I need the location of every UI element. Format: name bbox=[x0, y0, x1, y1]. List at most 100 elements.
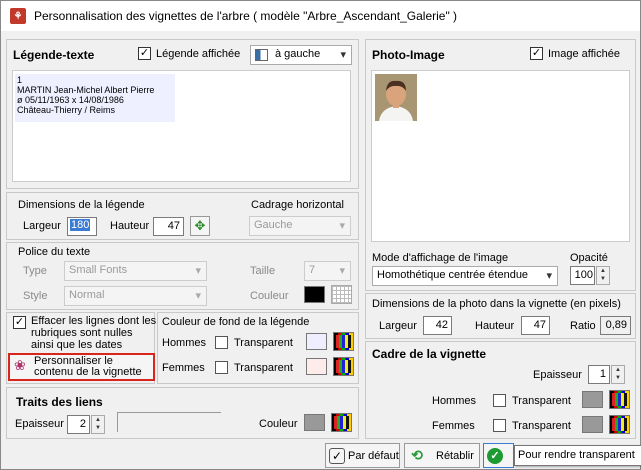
font-size-label: Taille bbox=[250, 265, 276, 277]
frame-thickness-label: Epaisseur bbox=[533, 369, 582, 381]
photo-dimensions-section: Dimensions de la photo dans la vignette … bbox=[365, 293, 636, 339]
preview-line: Château-Thierry / Reims bbox=[17, 105, 116, 115]
men-bg-transparent-label: Transparent bbox=[234, 337, 293, 349]
photo-preview bbox=[371, 70, 630, 242]
frame-thickness-spinner[interactable]: ▲ ▼ bbox=[611, 365, 625, 384]
grid-icon[interactable] bbox=[331, 285, 352, 304]
legend-width-input[interactable]: 180 bbox=[67, 217, 97, 236]
links-title: Traits des liens bbox=[16, 395, 103, 409]
photo-dims-title: Dimensions de la photo dans la vignette … bbox=[372, 298, 621, 310]
check-circle-icon: ✓ bbox=[487, 447, 503, 464]
legend-dimensions-section: Dimensions de la légende Largeur 180 Hau… bbox=[6, 192, 359, 240]
legend-shown-label: Légende affichée bbox=[156, 48, 241, 60]
women-bg-transparent-checkbox[interactable] bbox=[215, 361, 228, 374]
frame-women-swatch[interactable] bbox=[582, 416, 603, 433]
legend-title: Légende-texte bbox=[13, 48, 95, 62]
women-bg-label: Femmes bbox=[162, 362, 205, 374]
dialog-window: ⚘ Personnalisation des vignettes de l'ar… bbox=[0, 0, 641, 470]
legend-preview-box: 1 MARTIN Jean-Michel Albert Pierre ø 05/… bbox=[15, 74, 175, 122]
portrait-photo bbox=[375, 74, 417, 121]
men-bg-label: Hommes bbox=[162, 337, 207, 349]
frame-men-label: Hommes bbox=[432, 395, 477, 407]
font-color-label: Couleur bbox=[250, 290, 289, 302]
links-palette-icon[interactable] bbox=[331, 413, 352, 432]
legend-height-input[interactable]: 47 bbox=[153, 217, 184, 236]
legend-height-label: Hauteur bbox=[110, 220, 150, 232]
app-icon: ⚘ bbox=[10, 8, 26, 24]
photo-title: Photo-Image bbox=[372, 48, 445, 62]
frame-women-palette-icon[interactable] bbox=[609, 415, 630, 434]
legend-shown-checkbox[interactable]: ✓ bbox=[138, 47, 151, 60]
opacity-input[interactable]: 100 bbox=[570, 266, 595, 285]
links-thickness-input[interactable]: 2 bbox=[67, 415, 90, 434]
image-shown-label: Image affichée bbox=[548, 48, 620, 60]
font-type-select[interactable]: Small Fonts bbox=[64, 261, 207, 281]
links-thickness-label: Epaisseur bbox=[15, 418, 64, 430]
men-bg-transparent-checkbox[interactable] bbox=[215, 336, 228, 349]
frame-men-transparent-checkbox[interactable] bbox=[493, 394, 506, 407]
tooltip: Pour rendre transparent bbox=[514, 445, 641, 466]
move-arrows-icon[interactable]: ✥ bbox=[190, 216, 210, 236]
frame-section: Cadre de la vignette Epaisseur 1 ▲ ▼ Homm… bbox=[365, 341, 636, 439]
women-bg-swatch[interactable] bbox=[306, 358, 327, 375]
links-thickness-spinner[interactable]: ▲ ▼ bbox=[91, 415, 105, 434]
frame-men-swatch[interactable] bbox=[582, 391, 603, 408]
font-size-select[interactable]: 7 bbox=[304, 261, 351, 281]
line-preview bbox=[117, 412, 221, 432]
legend-position-value: à gauche bbox=[275, 48, 321, 60]
image-mode-select[interactable]: Homothétique centrée étendue bbox=[372, 266, 558, 286]
frame-men-transparent-label: Transparent bbox=[512, 395, 571, 407]
font-color-swatch[interactable] bbox=[304, 286, 325, 303]
men-bg-swatch[interactable] bbox=[306, 333, 327, 350]
legend-section: Légende-texte ✓ Légende affichée à gauch… bbox=[6, 39, 359, 189]
photo-width-input[interactable]: 42 bbox=[423, 316, 452, 335]
legend-width-label: Largeur bbox=[23, 220, 61, 232]
preview-line: ø 05/11/1963 x 14/08/1986 bbox=[17, 95, 124, 105]
frame-women-transparent-checkbox[interactable] bbox=[493, 419, 506, 432]
font-style-label: Style bbox=[23, 290, 48, 302]
legend-preview: 1 MARTIN Jean-Michel Albert Pierre ø 05/… bbox=[12, 70, 351, 182]
background-title: Couleur de fond de la légende bbox=[162, 316, 310, 328]
photo-height-label: Hauteur bbox=[475, 320, 515, 332]
font-style-select[interactable]: Normal bbox=[64, 286, 207, 306]
links-section: Traits des liens Epaisseur 2 ▲ ▼ Couleur bbox=[6, 387, 359, 439]
erase-lines-checkbox[interactable]: ✓ bbox=[13, 316, 26, 329]
image-shown-checkbox[interactable]: ✓ bbox=[530, 47, 543, 60]
font-type-label: Type bbox=[23, 265, 47, 277]
legend-dimensions-title: Dimensions de la légende bbox=[18, 199, 145, 211]
men-bg-palette-icon[interactable] bbox=[333, 332, 354, 351]
links-color-swatch[interactable] bbox=[304, 414, 325, 431]
image-mode-label: Mode d'affichage de l'image bbox=[372, 252, 509, 264]
links-color-label: Couleur bbox=[259, 418, 298, 430]
photo-width-label: Largeur bbox=[379, 320, 417, 332]
background-section: Couleur de fond de la légende Hommes Tra… bbox=[157, 312, 359, 384]
photo-section: Photo-Image ✓ Image affichée Mode d'affi… bbox=[365, 39, 636, 291]
women-bg-palette-icon[interactable] bbox=[333, 357, 354, 376]
restore-button-label: Rétablir bbox=[436, 449, 474, 462]
ok-button[interactable]: ✓ bbox=[483, 443, 514, 468]
default-button[interactable]: ✓ Par défaut bbox=[325, 443, 400, 468]
customize-button[interactable]: ❀ Personnaliser le contenu de la vignett… bbox=[8, 353, 155, 381]
flower-icon: ❀ bbox=[14, 357, 26, 373]
photo-height-input[interactable]: 47 bbox=[521, 316, 550, 335]
frame-men-palette-icon[interactable] bbox=[609, 390, 630, 409]
preview-line: MARTIN Jean-Michel Albert Pierre bbox=[17, 85, 155, 95]
opacity-spinner[interactable]: ▲ ▼ bbox=[596, 266, 610, 285]
checkmark-icon: ✓ bbox=[329, 447, 345, 464]
customize-label: Personnaliser le contenu de la vignette bbox=[34, 355, 142, 378]
ratio-value: 0,89 bbox=[600, 316, 631, 335]
default-button-label: Par défaut bbox=[348, 449, 399, 462]
position-icon bbox=[255, 49, 268, 61]
legend-position-select[interactable]: à gauche bbox=[250, 45, 352, 65]
window-title: Personnalisation des vignettes de l'arbr… bbox=[34, 9, 458, 23]
ratio-label: Ratio bbox=[570, 320, 596, 332]
title-bar: ⚘ Personnalisation des vignettes de l'ar… bbox=[1, 1, 640, 31]
tooltip-text: Pour rendre transparent bbox=[518, 449, 635, 461]
restore-button[interactable]: ⟲ Rétablir bbox=[404, 443, 480, 468]
frame-thickness-input[interactable]: 1 bbox=[588, 365, 610, 384]
women-bg-transparent-label: Transparent bbox=[234, 362, 293, 374]
font-section: Police du texte Type Small Fonts Taille … bbox=[6, 242, 359, 310]
opacity-label: Opacité bbox=[570, 252, 608, 264]
erase-lines-label: Effacer les lignes dont les rubriques so… bbox=[31, 315, 157, 351]
framing-select[interactable]: Gauche bbox=[249, 216, 351, 236]
